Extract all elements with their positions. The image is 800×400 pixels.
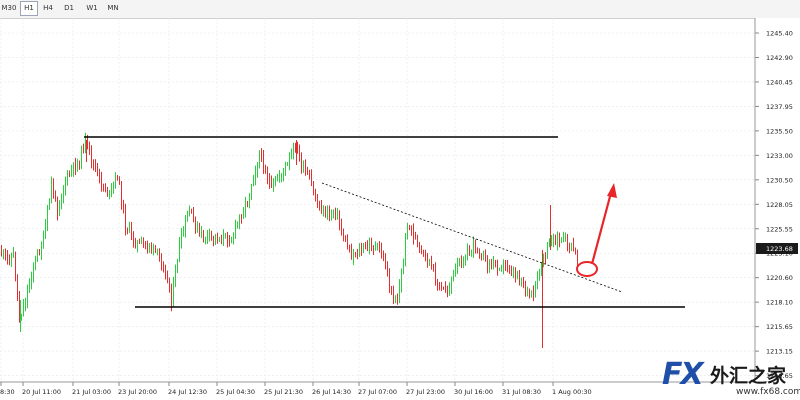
candlestick-series [1,132,578,348]
time-axis-labels: 8:30 20 Jul 11:00 21 Jul 03:00 23 Jul 20:00… [0,382,592,396]
current-price-label: 1223.68 [766,245,793,253]
timeframe-h4-button[interactable]: H4 [40,2,56,15]
breakout-circle[interactable] [576,261,598,277]
price-label: 1240.45 [766,78,793,86]
price-label: 1237.95 [766,103,793,111]
timeframe-d1-button[interactable]: D1 [61,2,77,15]
brand-fx-text: FX [662,357,704,392]
time-label: 25 Jul 04:30 [216,388,255,396]
time-label: 30 Jul 16:00 [454,388,493,396]
time-label: 27 Jul 07:00 [358,388,397,396]
chart-grid [0,18,755,382]
price-label: 1233.00 [766,152,793,160]
price-label: 1228.05 [766,201,793,209]
timeframe-w1-button[interactable]: W1 [83,2,101,15]
price-label: 1245.40 [766,30,793,38]
price-label: 1225.55 [766,225,793,233]
timeframe-m30-button[interactable]: M30 [0,2,18,15]
price-label: 1220.60 [766,274,793,282]
descending-trendline[interactable] [321,182,623,293]
time-label: 26 Jul 14:30 [312,388,351,396]
price-label: 1215.65 [766,323,793,331]
timeframe-toolbar: M30 H1 H4 D1 W1 MN [0,0,800,19]
price-label: 1230.50 [766,176,793,184]
price-chart[interactable]: 1245.40 1242.90 1240.45 1237.95 1235.50 1233.… [0,18,800,400]
price-label: 1218.10 [766,299,793,307]
price-label: 1235.50 [766,127,793,135]
time-label: 20 Jul 11:00 [22,388,61,396]
timeframe-mn-button[interactable]: MN [104,2,122,15]
brand-url-text: www.fx68.com [736,387,800,397]
upward-arrow[interactable] [590,183,617,265]
time-label: 31 Jul 08:30 [502,388,541,396]
price-label: 1242.90 [766,54,793,62]
time-label: 23 Jul 20:00 [118,388,157,396]
current-price-tag: 1223.68 [756,243,798,254]
brand-chinese-text: 外汇之家 [710,365,787,387]
time-label: 27 Jul 23:00 [406,388,445,396]
time-label: 1 Aug 00:30 [552,388,592,396]
time-label: 21 Jul 03:00 [72,388,111,396]
timeframe-h1-button[interactable]: H1 [20,1,38,16]
time-label: 8:30 [0,388,15,396]
time-label: 24 Jul 12:30 [168,388,207,396]
time-label: 25 Jul 21:30 [264,388,303,396]
fx68-watermark-logo: FX 外汇之家 www.fx68.com [660,355,800,400]
